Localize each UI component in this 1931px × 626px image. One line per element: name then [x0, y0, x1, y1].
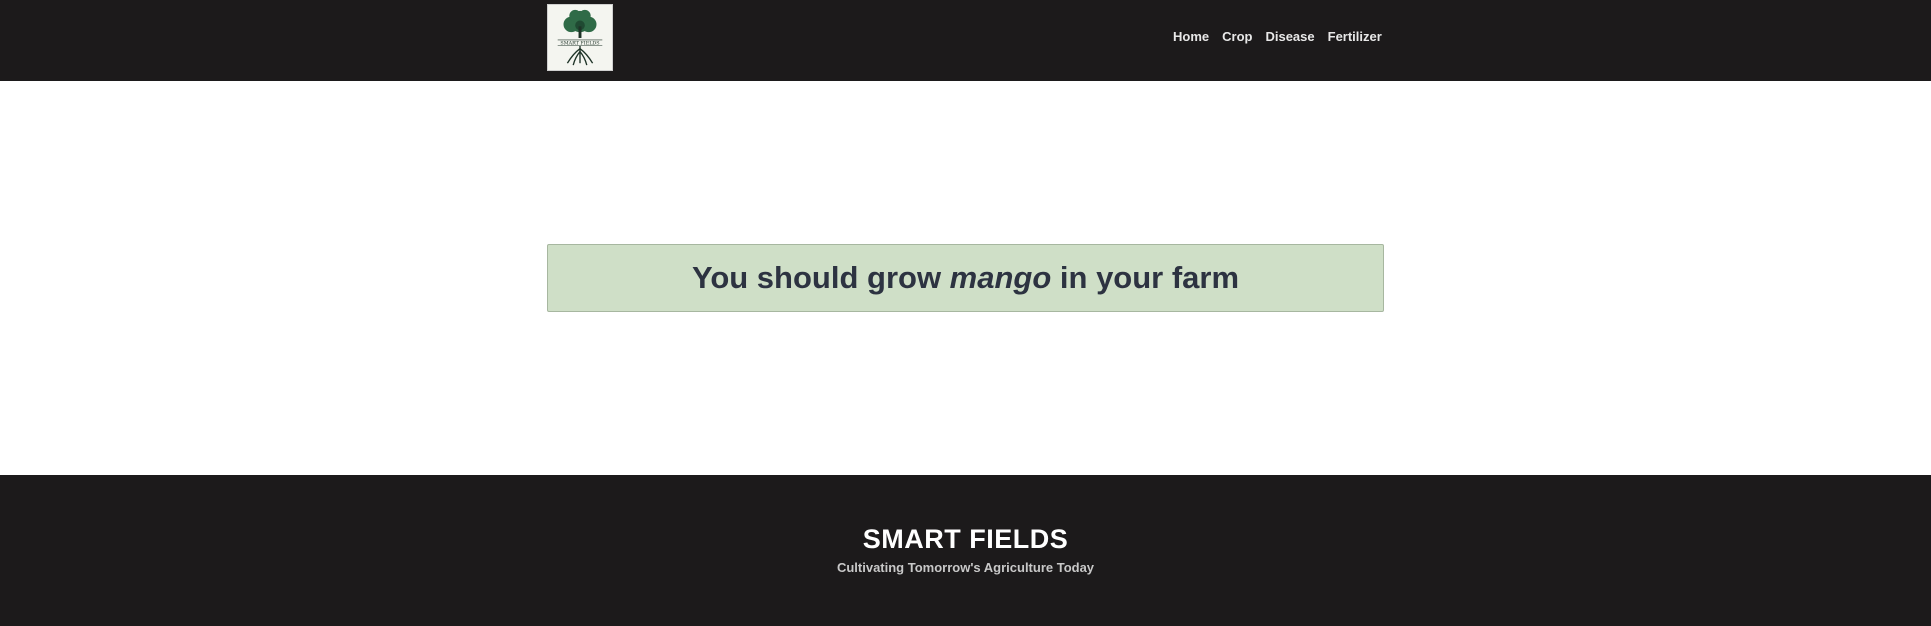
- tree-logo-icon: SMART FIELDS: [548, 5, 612, 70]
- result-suffix: in your farm: [1051, 260, 1240, 295]
- footer-tagline: Cultivating Tomorrow's Agriculture Today: [836, 560, 1095, 575]
- result-message: You should grow mango in your farm: [692, 260, 1239, 296]
- footer-title: SMART FIELDS: [862, 524, 1069, 554]
- result-alert: You should grow mango in your farm: [547, 244, 1384, 312]
- site-footer: SMART FIELDS Cultivating Tomorrow's Agri…: [0, 475, 1931, 626]
- nav-fertilizer[interactable]: Fertilizer: [1328, 28, 1382, 46]
- page: SMART FIELDS Home Crop Disease Fertilize…: [0, 0, 1931, 626]
- nav-crop[interactable]: Crop: [1222, 28, 1252, 46]
- nav-disease[interactable]: Disease: [1265, 28, 1314, 46]
- result-prefix: You should grow: [691, 260, 950, 295]
- site-header: SMART FIELDS Home Crop Disease Fertilize…: [0, 0, 1931, 81]
- logo-text: SMART FIELDS: [560, 40, 599, 46]
- site-logo[interactable]: SMART FIELDS: [547, 4, 613, 71]
- nav-home[interactable]: Home: [1173, 28, 1209, 46]
- main-nav: Home Crop Disease Fertilizer: [1173, 28, 1395, 46]
- recommended-crop: mango: [949, 260, 1052, 295]
